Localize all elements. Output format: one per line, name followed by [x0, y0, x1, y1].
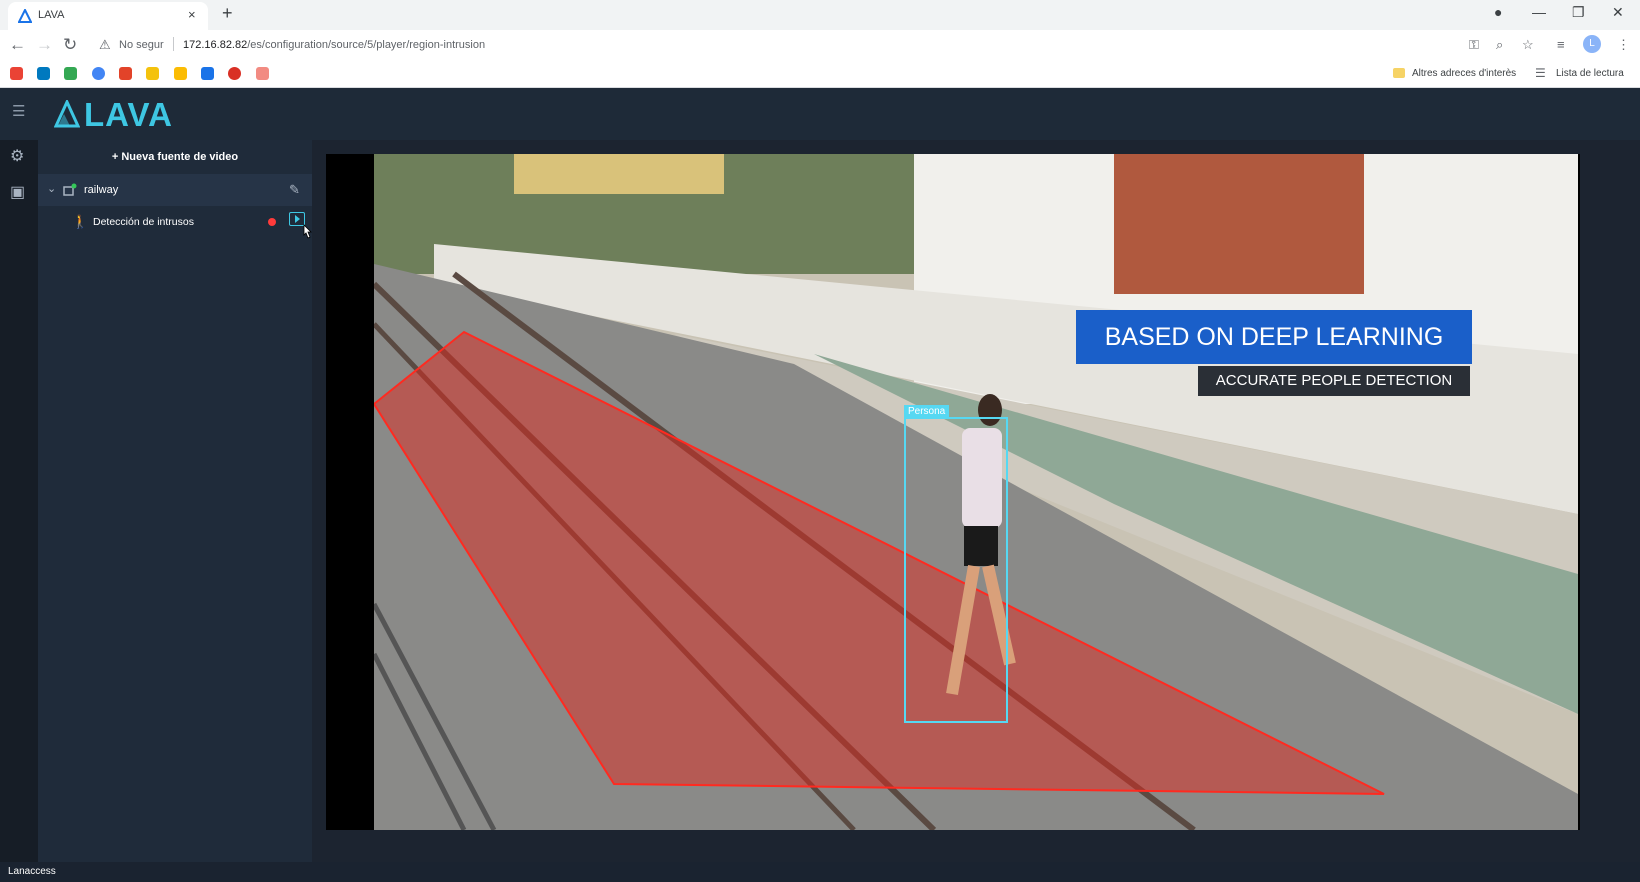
browser-tab[interactable]: LAVA ×: [8, 2, 208, 30]
player-label: Detección de intrusos: [93, 216, 194, 228]
url-separator: [173, 37, 174, 51]
app-header: ☰ LAVA: [0, 88, 1640, 140]
settings-sliders-icon[interactable]: ⚙: [10, 146, 24, 166]
red-bookmark-icon[interactable]: [228, 67, 241, 80]
key-icon[interactable]: ⚿: [1469, 37, 1479, 53]
media-queue-icon[interactable]: ≡: [1557, 37, 1565, 52]
browser-toolbar: ← → ↻ ⚠ No segur 172.16.82.82/es/configu…: [0, 30, 1640, 60]
overlay-subtitle: ACCURATE PEOPLE DETECTION: [1198, 366, 1470, 396]
back-icon[interactable]: ←: [9, 35, 26, 55]
warning-icon[interactable]: ⚠: [99, 37, 111, 53]
overlay-title: BASED ON DEEP LEARNING: [1076, 310, 1472, 364]
gitlab-bookmark-icon[interactable]: [119, 67, 132, 80]
camera-icon: [63, 183, 77, 196]
close-window-icon[interactable]: ✕: [1612, 4, 1624, 21]
source-label: railway: [84, 184, 119, 196]
gmail-bookmark-icon[interactable]: [10, 67, 23, 80]
tab-title: LAVA: [38, 9, 65, 21]
miro-bookmark-icon[interactable]: [146, 67, 159, 80]
acrobat-bookmark-icon[interactable]: [256, 67, 269, 80]
walking-person-icon: 🚶: [72, 214, 89, 229]
detection-bounding-box: [904, 417, 1008, 723]
lava-bookmark-icon[interactable]: [201, 67, 214, 80]
security-label[interactable]: No segur: [119, 39, 164, 51]
recording-indicator: [268, 218, 276, 226]
url-host: 172.16.82.82: [183, 39, 248, 51]
new-tab-button[interactable]: +: [222, 3, 233, 24]
detection-label: Persona: [904, 405, 950, 419]
video-frame: BASED ON DEEP LEARNING ACCURATE PEOPLE D…: [374, 154, 1578, 830]
url-path: /es/configuration/source/5/player/region…: [247, 39, 486, 51]
pencil-edit-icon[interactable]: ✎: [289, 182, 300, 198]
menu-dots-icon[interactable]: ⋮: [1617, 37, 1630, 53]
lava-favicon-icon: [18, 9, 32, 23]
status-text: Lanaccess: [8, 866, 56, 877]
bookmarks-bar: Altres adreces d'interès ☰ Lista de lect…: [0, 60, 1640, 88]
video-player[interactable]: BASED ON DEEP LEARNING ACCURATE PEOPLE D…: [326, 154, 1580, 830]
reading-list-icon: ☰: [1535, 66, 1546, 80]
profile-avatar[interactable]: L: [1583, 35, 1601, 53]
new-video-source-button[interactable]: + Nueva fuente de video: [38, 140, 312, 174]
reload-icon[interactable]: ↻: [63, 35, 77, 55]
player-item-intrusion[interactable]: 🚶 Detección de intrusos: [38, 206, 312, 239]
browser-chrome: LAVA × + ● — ❐ ✕ ← → ↻ ⚠ No segur 172.16…: [0, 0, 1640, 88]
cloud-bookmark-icon[interactable]: [174, 67, 187, 80]
lava-logo-icon: [54, 100, 80, 128]
new-source-label: + Nueva fuente de video: [111, 151, 239, 163]
address-bar[interactable]: 172.16.82.82/es/configuration/source/5/p…: [183, 39, 485, 51]
folder-icon: [1393, 68, 1405, 78]
media-icon[interactable]: ●: [1494, 4, 1502, 20]
minimize-icon[interactable]: —: [1532, 4, 1546, 20]
star-icon[interactable]: ☆: [1522, 37, 1534, 53]
sources-sidebar: + Nueva fuente de video ⌄ railway ✎ 🚶 De…: [38, 140, 312, 862]
main-content: BASED ON DEEP LEARNING ACCURATE PEOPLE D…: [312, 140, 1640, 862]
logo-text: LAVA: [84, 96, 173, 133]
drive-bookmark-icon[interactable]: [64, 67, 77, 80]
chevron-down-icon[interactable]: ⌄: [47, 182, 56, 195]
status-bar: Lanaccess: [0, 862, 1640, 882]
zoom-icon[interactable]: ⌕: [1496, 37, 1503, 53]
video-player-icon[interactable]: ▣: [10, 182, 25, 202]
forward-icon[interactable]: →: [36, 35, 53, 55]
reading-list-link[interactable]: Lista de lectura: [1556, 68, 1624, 79]
hamburger-menu-icon[interactable]: ☰: [12, 102, 25, 120]
app-logo: LAVA: [54, 96, 194, 133]
source-item-railway[interactable]: ⌄ railway ✎: [38, 174, 312, 206]
chrome-bookmark-icon[interactable]: [92, 67, 105, 80]
close-tab-icon[interactable]: ×: [188, 7, 196, 22]
other-bookmarks-link[interactable]: Altres adreces d'interès: [1412, 68, 1516, 79]
restore-icon[interactable]: ❐: [1572, 4, 1585, 21]
tab-strip: LAVA × + ● — ❐ ✕: [0, 0, 1640, 30]
left-rail: ⚙ ▣: [0, 140, 38, 862]
trello-bookmark-icon[interactable]: [37, 67, 50, 80]
